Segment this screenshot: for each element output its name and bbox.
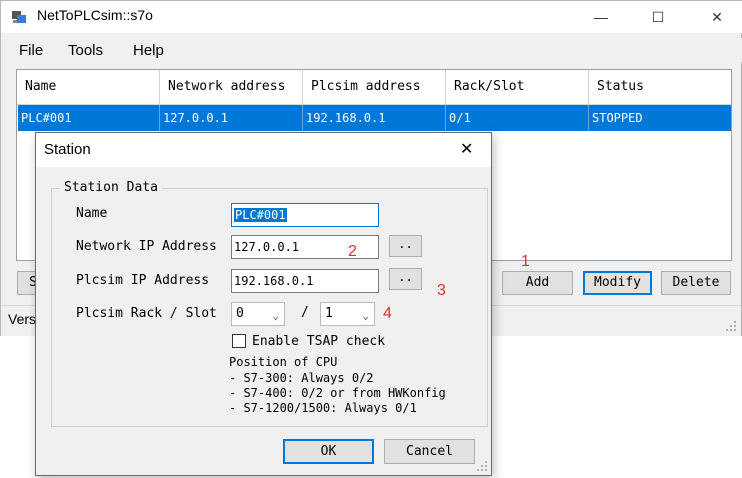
annotation-4: 4 bbox=[383, 305, 392, 322]
window-title: NetToPLCsim::s7o bbox=[37, 7, 153, 23]
cell-network-address: 127.0.0.1 bbox=[160, 105, 303, 131]
column-header-network-address[interactable]: Network address bbox=[160, 70, 303, 104]
rack-select[interactable]: 0 ⌄ bbox=[231, 302, 285, 326]
menu-tools[interactable]: Tools bbox=[68, 42, 103, 59]
rack-slot-separator: / bbox=[301, 305, 309, 320]
cell-status: STOPPED bbox=[592, 111, 643, 125]
app-icon bbox=[12, 11, 26, 23]
cell-rack-slot: 0/1 bbox=[446, 105, 589, 131]
resize-grip-icon[interactable] bbox=[725, 320, 737, 332]
chevron-down-icon: ⌄ bbox=[362, 309, 369, 322]
cpu-info-line: - S7-400: 0/2 or from HWKonfig bbox=[229, 386, 446, 400]
menu-help[interactable]: Help bbox=[133, 42, 164, 59]
network-ip-browse-button[interactable]: .. bbox=[389, 235, 422, 257]
annotation-1: 1 bbox=[521, 253, 530, 270]
station-dialog: Station ✕ Station Data Name PLC#001 Netw… bbox=[35, 132, 492, 476]
column-header-status[interactable]: Status bbox=[589, 70, 731, 104]
ok-button[interactable]: OK bbox=[283, 439, 374, 464]
minimize-button[interactable]: — bbox=[581, 5, 621, 29]
close-button[interactable]: ✕ bbox=[697, 5, 737, 29]
cpu-info-line: - S7-300: Always 0/2 bbox=[229, 371, 374, 385]
name-label: Name bbox=[76, 206, 108, 221]
delete-button[interactable]: Delete bbox=[661, 271, 731, 295]
annotation-3: 3 bbox=[437, 282, 446, 299]
status-text: Vers bbox=[8, 311, 37, 327]
column-header-plcsim-address[interactable]: Plcsim address bbox=[303, 70, 446, 104]
cancel-button[interactable]: Cancel bbox=[384, 439, 475, 464]
tsap-checkbox[interactable] bbox=[232, 334, 246, 348]
chevron-down-icon: ⌄ bbox=[272, 309, 279, 322]
column-header-name[interactable]: Name bbox=[17, 70, 160, 104]
slot-select[interactable]: 1 ⌄ bbox=[320, 302, 375, 326]
rack-slot-label: Plcsim Rack / Slot bbox=[76, 306, 217, 321]
menu-bar: File Tools Help bbox=[1, 38, 742, 62]
name-value: PLC#001 bbox=[234, 208, 287, 222]
annotation-2: 2 bbox=[348, 243, 357, 260]
group-title: Station Data bbox=[60, 180, 162, 195]
dialog-title-bar: Station ✕ bbox=[36, 133, 491, 167]
cell-name: PLC#001 bbox=[18, 105, 160, 131]
cpu-info-line: - S7-1200/1500: Always 0/1 bbox=[229, 401, 417, 415]
title-bar: NetToPLCsim::s7o — ☐ ✕ bbox=[1, 1, 742, 33]
cpu-info-line: Position of CPU bbox=[229, 355, 338, 369]
plcsim-ip-browse-button[interactable]: .. bbox=[389, 268, 422, 290]
name-field[interactable]: PLC#001 bbox=[231, 203, 379, 227]
plcsim-ip-label: Plcsim IP Address bbox=[76, 273, 210, 288]
menu-file[interactable]: File bbox=[19, 42, 43, 59]
slot-value: 1 bbox=[325, 306, 333, 321]
cell-plcsim-address: 192.168.0.1 bbox=[303, 105, 446, 131]
table-row[interactable]: PLC#001 127.0.0.1 192.168.0.1 0/1 STOPPE… bbox=[18, 105, 731, 131]
maximize-button[interactable]: ☐ bbox=[638, 5, 678, 29]
dialog-close-icon[interactable]: ✕ bbox=[460, 139, 473, 159]
modify-button[interactable]: Modify bbox=[583, 271, 652, 295]
plcsim-ip-field[interactable]: 192.168.0.1 bbox=[231, 269, 379, 293]
dialog-title: Station bbox=[44, 141, 91, 158]
rack-value: 0 bbox=[236, 306, 244, 321]
column-header-rack-slot[interactable]: Rack/Slot bbox=[446, 70, 589, 104]
network-ip-label: Network IP Address bbox=[76, 239, 217, 254]
tsap-label[interactable]: Enable TSAP check bbox=[252, 334, 385, 349]
add-button[interactable]: Add bbox=[502, 271, 573, 295]
resize-grip-icon[interactable] bbox=[476, 460, 488, 472]
